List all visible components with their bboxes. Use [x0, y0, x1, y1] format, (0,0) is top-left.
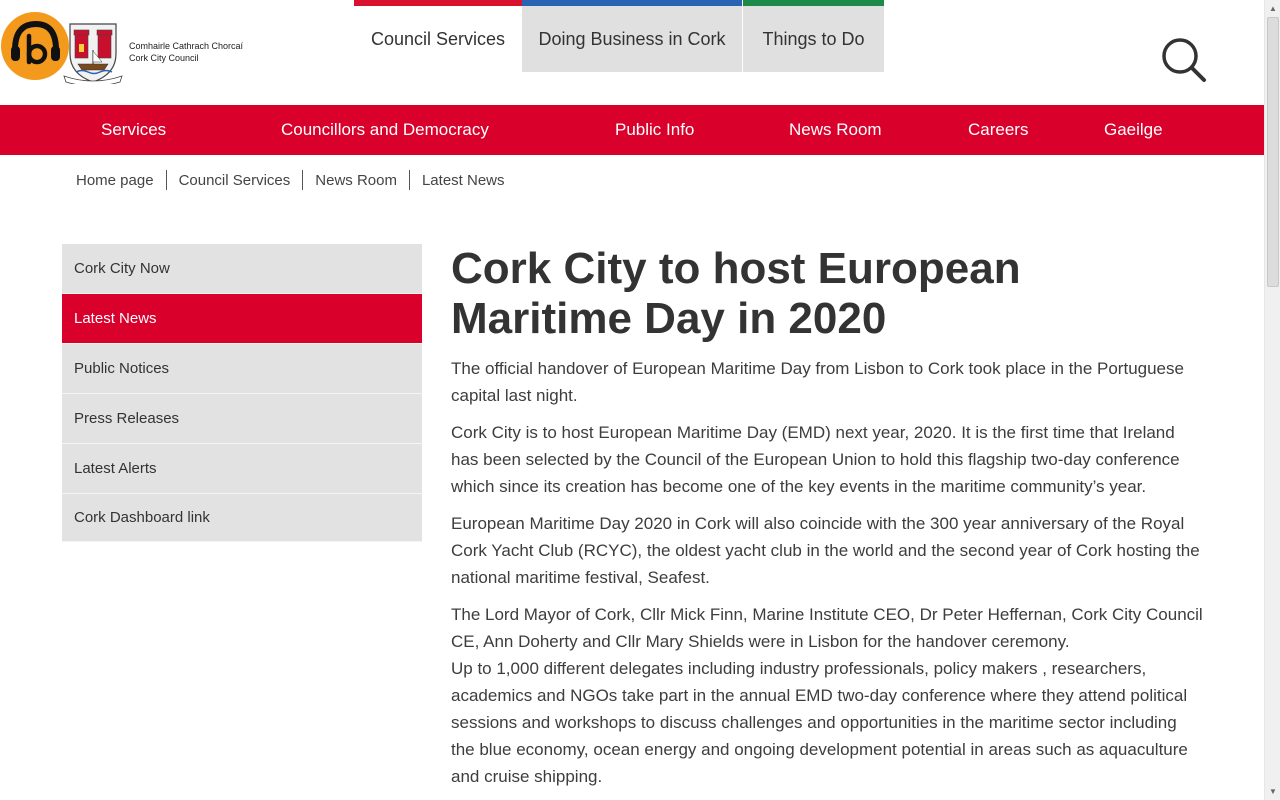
tab-doing-business[interactable]: Doing Business in Cork [522, 0, 742, 72]
tab-things-to-do[interactable]: Things to Do [743, 0, 884, 72]
search-icon[interactable] [1158, 36, 1210, 88]
breadcrumb-latest-news[interactable]: Latest News [422, 172, 505, 189]
logo-text: Comhairle Cathrach Chorcaí Cork City Cou… [129, 40, 243, 64]
scrollbar-thumb[interactable] [1267, 17, 1279, 287]
nav-councillors-democracy[interactable]: Councillors and Democracy [281, 105, 489, 155]
side-menu: Cork City Now Latest News Public Notices… [62, 244, 422, 542]
breadcrumb-separator [408, 170, 410, 190]
scroll-down-arrow-icon[interactable]: ▼ [1265, 783, 1280, 800]
top-tabs: Council Services Doing Business in Cork … [354, 0, 884, 72]
nav-news-room[interactable]: News Room [789, 105, 882, 155]
article-title: Cork City to host European Maritime Day … [451, 244, 1021, 343]
scroll-up-arrow-icon[interactable]: ▲ [1265, 0, 1280, 17]
logo-line-irish: Comhairle Cathrach Chorcaí [129, 41, 244, 51]
article-paragraph: European Maritime Day 2020 in Cork will … [451, 514, 1200, 587]
side-item-cork-dashboard[interactable]: Cork Dashboard link [62, 494, 422, 542]
breadcrumb-news-room[interactable]: News Room [315, 172, 397, 189]
article-paragraph: Cork City is to host European Maritime D… [451, 423, 1180, 496]
side-item-cork-city-now[interactable]: Cork City Now [62, 244, 422, 294]
side-item-latest-alerts[interactable]: Latest Alerts [62, 444, 422, 494]
nav-careers[interactable]: Careers [968, 105, 1028, 155]
logo-line-english: Cork City Council [129, 53, 199, 63]
side-item-public-notices[interactable]: Public Notices [62, 344, 422, 394]
article: Cork City to host European Maritime Day … [451, 244, 1203, 790]
breadcrumb-separator [165, 170, 167, 190]
nav-public-info[interactable]: Public Info [615, 105, 694, 155]
breadcrumb-separator [302, 170, 304, 190]
site-header: Comhairle Cathrach Chorcaí Cork City Cou… [0, 0, 1264, 105]
breadcrumb-home[interactable]: Home page [76, 172, 154, 189]
crest-icon [63, 23, 123, 84]
council-logo[interactable]: Comhairle Cathrach Chorcaí Cork City Cou… [62, 20, 243, 84]
headphones-b-icon[interactable] [0, 6, 70, 82]
article-paragraph: Up to 1,000 different delegates includin… [451, 659, 1188, 786]
article-paragraph: The Lord Mayor of Cork, Cllr Mick Finn, … [451, 605, 1203, 651]
tab-council-services[interactable]: Council Services [354, 0, 522, 72]
article-paragraph: The official handover of European Mariti… [451, 359, 1184, 405]
nav-gaeilge[interactable]: Gaeilge [1104, 105, 1163, 155]
side-item-press-releases[interactable]: Press Releases [62, 394, 422, 444]
nav-services[interactable]: Services [101, 105, 166, 155]
breadcrumb-council-services[interactable]: Council Services [179, 172, 291, 189]
side-item-latest-news[interactable]: Latest News [62, 294, 422, 344]
vertical-scrollbar[interactable]: ▲ ▼ [1264, 0, 1280, 800]
main-navigation: Services Councillors and Democracy Publi… [0, 105, 1264, 155]
breadcrumb: Home page Council Services News Room Lat… [76, 170, 505, 190]
